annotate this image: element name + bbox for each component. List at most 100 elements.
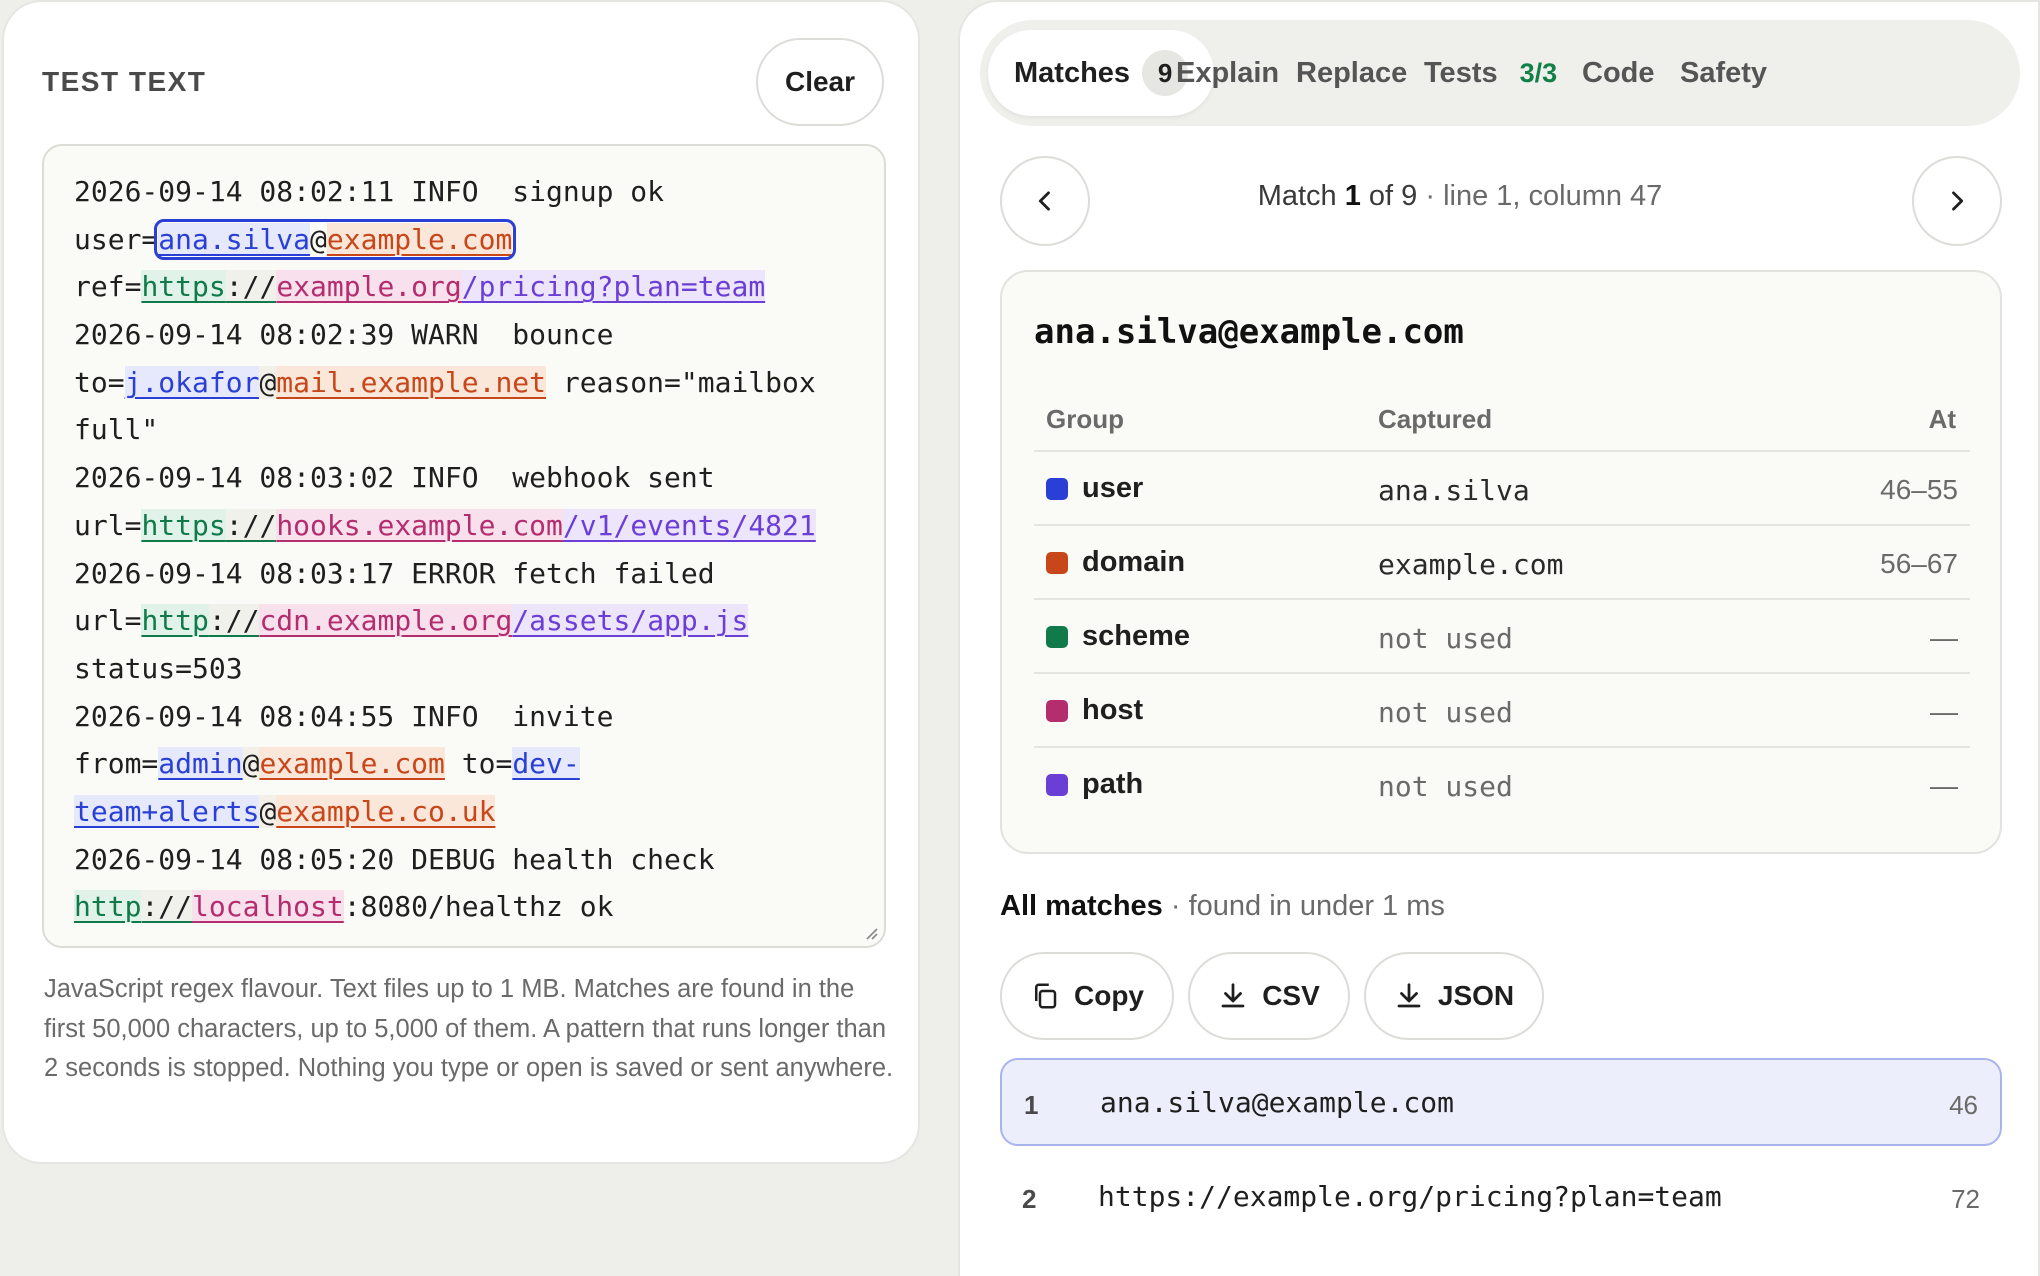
next-match-button[interactable] (1912, 156, 2002, 246)
group-color-swatch (1046, 700, 1068, 722)
group-captured-value: not used (1378, 696, 1513, 729)
match-position-prefix: Match (1257, 180, 1345, 212)
text-line: 2026-09-14 08:03:02 INFO webhook sent (74, 461, 715, 495)
captured-column-header: Captured (1378, 404, 1493, 434)
group-column-header: Group (1046, 404, 1124, 434)
match-value: https://example.org/pricing?plan=team (1098, 1180, 1722, 1213)
resize-handle-icon[interactable] (862, 924, 878, 940)
group-offset: 56–67 (1880, 548, 1958, 579)
text-line: http://localhost:8080/healthz ok (74, 890, 614, 924)
match-list-item[interactable]: 2 https://example.org/pricing?plan=team 72 (1000, 1154, 2002, 1242)
group-row-path[interactable]: path not used — (1034, 746, 1970, 820)
test-text-editor[interactable]: 2026-09-14 08:02:11 INFO signup ok user=… (42, 144, 886, 948)
scheme-separator: :// (208, 604, 260, 638)
group-color-swatch (1046, 478, 1068, 500)
text-line: 2026-09-14 08:05:20 DEBUG health check (74, 842, 715, 876)
match-group-sch: https (141, 508, 226, 542)
tab-replace[interactable]: Replace (1296, 30, 1407, 116)
group-offset: 46–55 (1880, 474, 1958, 505)
match-group-host: example.org (276, 270, 462, 304)
match-group-host: localhost (192, 890, 344, 924)
group-row-host[interactable]: host not used — (1034, 672, 1970, 746)
match-group-dom: example.com (326, 222, 513, 256)
text-line: team+alerts@example.co.uk (74, 788, 856, 836)
group-captured-value: not used (1378, 622, 1513, 655)
export-json-button[interactable]: JSON (1364, 952, 1544, 1040)
text-line: url=https://hooks.example.com/v1/events/… (74, 508, 816, 542)
match-group-user: ana.silva (158, 222, 311, 256)
match-position: Match 1 of 9 · line 1, column 47 (1080, 180, 1840, 213)
group-offset: — (1930, 622, 1958, 653)
at-separator: @ (310, 222, 327, 256)
scheme-separator: :// (141, 890, 193, 924)
match-group-sch: http (141, 604, 209, 638)
csv-button-label: CSV (1262, 980, 1320, 1011)
scheme-separator: :// (225, 508, 277, 542)
tab-code[interactable]: Code (1582, 30, 1655, 116)
tab-tests[interactable]: Tests 3/3 (1424, 30, 1557, 116)
match-list-item[interactable]: 1 ana.silva@example.com 46 (1000, 1058, 2002, 1146)
at-separator: @ (259, 365, 277, 399)
match-group-dom: example.co.uk (276, 794, 496, 828)
match-detail-card: ana.silva@example.com Group Captured At … (1000, 270, 2002, 854)
results-tabs: Matches 9 Explain Replace Tests 3/3 Code… (980, 20, 2020, 126)
match-number: 2 (1022, 1184, 1037, 1214)
group-name: domain (1082, 546, 1186, 578)
clear-button[interactable]: Clear (756, 38, 884, 126)
previous-match-button[interactable] (1000, 156, 1090, 246)
group-captured-value: ana.silva (1378, 474, 1530, 507)
match-group-user: dev- (512, 747, 580, 781)
match-position-location: · line 1, column 47 (1417, 180, 1663, 212)
match-offset: 72 (1951, 1184, 1980, 1214)
match-group-sch: https (141, 270, 226, 304)
tests-passed-count: 3/3 (1519, 57, 1558, 88)
match-group-host: hooks.example.com (276, 508, 563, 542)
at-separator: @ (242, 747, 260, 781)
match-group-dom: example.com (259, 747, 445, 781)
export-csv-button[interactable]: CSV (1188, 952, 1350, 1040)
text-line: full" (74, 413, 159, 447)
group-name: scheme (1082, 620, 1191, 652)
scheme-separator: :// (225, 270, 277, 304)
match-offset: 46 (1949, 1090, 1978, 1120)
match-position-index: 1 (1344, 180, 1361, 212)
group-name: path (1082, 768, 1144, 800)
tab-explain[interactable]: Explain (1176, 30, 1279, 116)
match-position-total: of 9 (1360, 180, 1418, 212)
copy-icon (1035, 983, 1057, 1009)
match-group-path: /pricing?plan=team (461, 270, 766, 304)
all-matches-heading: All matches · found in under 1 ms (1000, 890, 1445, 923)
current-match-highlight[interactable]: ana.silva@example.com (154, 218, 517, 260)
text-line: to=j.okafor@mail.example.net reason="mai… (74, 365, 816, 399)
group-offset: — (1930, 696, 1958, 727)
group-captured-value: example.com (1378, 548, 1564, 581)
match-group-user: admin (158, 747, 243, 781)
text-line: from=admin@example.com to=dev- (74, 747, 580, 781)
group-row-domain[interactable]: domain example.com 56–67 (1034, 524, 1970, 598)
text-line: 2026-09-14 08:04:55 INFO invite (74, 699, 614, 733)
download-icon (1221, 983, 1245, 1008)
group-row-user[interactable]: user ana.silva 46–55 (1034, 450, 1970, 524)
group-captured-value: not used (1378, 770, 1513, 803)
copy-button[interactable]: Copy (1000, 952, 1174, 1040)
group-color-swatch (1046, 552, 1068, 574)
at-separator: @ (259, 794, 277, 828)
text-line: 2026-09-14 08:03:17 ERROR fetch failed (74, 556, 715, 590)
chevron-right-icon (1952, 191, 1964, 211)
text-line: url=http://cdn.example.org/assets/app.js (74, 604, 749, 638)
test-text-title: TEST TEXT (42, 66, 207, 97)
current-match-text: ana.silva@example.com (1034, 312, 1464, 352)
results-panel: Matches 9 Explain Replace Tests 3/3 Code… (958, 0, 2040, 1276)
json-button-label: JSON (1437, 980, 1515, 1011)
tab-tests-label: Tests (1424, 56, 1498, 89)
match-group-sch: http (74, 890, 142, 924)
group-color-swatch (1046, 626, 1068, 648)
text-line: status=503 (74, 651, 243, 685)
text-line: ref=https://example.org/pricing?plan=tea… (74, 270, 766, 304)
download-icon (1397, 983, 1421, 1008)
chevron-left-icon (1038, 191, 1050, 211)
test-text-panel: TEST TEXT Clear 2026-09-14 08:02:11 INFO… (2, 0, 920, 1164)
tab-safety[interactable]: Safety (1680, 30, 1767, 116)
group-color-swatch (1046, 774, 1068, 796)
group-row-scheme[interactable]: scheme not used — (1034, 598, 1970, 672)
